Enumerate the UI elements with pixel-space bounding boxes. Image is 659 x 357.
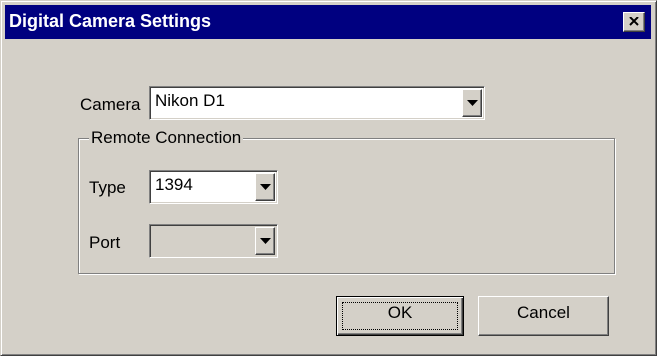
port-label: Port (89, 233, 121, 252)
close-icon (629, 17, 639, 26)
chevron-down-icon (260, 184, 271, 190)
camera-label: Camera (80, 95, 141, 114)
type-select[interactable]: 1394 (149, 170, 278, 204)
chevron-down-icon (260, 238, 271, 244)
chevron-down-icon (467, 100, 478, 106)
camera-select[interactable]: Nikon D1 (149, 86, 485, 120)
type-dropdown-button[interactable] (255, 173, 275, 201)
window-title: Digital Camera Settings (9, 11, 212, 31)
port-dropdown-button[interactable] (255, 227, 275, 255)
camera-select-value: Nikon D1 (155, 91, 225, 110)
port-select[interactable] (149, 224, 278, 258)
camera-dropdown-button[interactable] (462, 89, 482, 117)
ok-button-label: OK (387, 303, 413, 322)
cancel-button-label: Cancel (517, 303, 570, 322)
cancel-button[interactable]: Cancel (478, 296, 609, 336)
type-select-value: 1394 (155, 175, 193, 194)
remote-connection-legend: Remote Connection (89, 128, 244, 148)
title-bar[interactable]: Digital Camera Settings (5, 5, 651, 39)
type-label: Type (89, 178, 126, 197)
digital-camera-settings-dialog: Digital Camera Settings Camera Nikon D1 … (0, 0, 657, 356)
ok-button[interactable]: OK (336, 296, 464, 336)
close-button[interactable] (623, 12, 645, 32)
